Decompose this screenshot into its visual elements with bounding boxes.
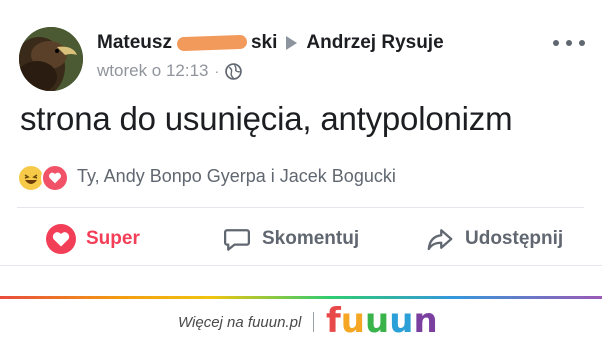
watermark-footer: Więcej na fuuun.pl f u u u n <box>0 299 602 343</box>
reaction-names: Ty, Andy Bonpo Gyerpa i Jacek Bogucki <box>77 165 396 186</box>
share-icon <box>427 229 453 251</box>
comment-button-label: Skomentuj <box>262 228 360 249</box>
dot-icon <box>566 40 572 46</box>
logo-letter: u <box>340 301 366 341</box>
globe-icon[interactable] <box>225 62 242 80</box>
footer-link[interactable]: Więcej na fuuun.pl <box>178 314 301 331</box>
logo-letter: u <box>365 301 390 341</box>
divider <box>17 207 584 208</box>
meta-separator: · <box>214 63 220 79</box>
eagle-avatar-image <box>19 27 83 91</box>
love-reaction-icon <box>41 164 69 192</box>
logo-letter: n <box>413 301 438 341</box>
profile-avatar[interactable] <box>19 27 83 91</box>
triangle-right-icon <box>286 36 298 50</box>
fuuun-logo[interactable]: f u u u n <box>326 303 438 339</box>
more-options-button[interactable] <box>553 33 585 53</box>
redacted-surname-mark <box>176 32 250 54</box>
comment-icon <box>224 229 250 251</box>
footer-separator <box>313 312 314 332</box>
author-name[interactable]: Mateusz ski <box>97 32 277 54</box>
love-button[interactable]: Super <box>46 213 140 265</box>
post-header: Mateusz ski Andrzej Rysuje <box>97 31 444 55</box>
post-text: strona do usunięcia, antypolonizm <box>20 100 513 137</box>
love-button-label: Super <box>86 228 140 249</box>
post-card: Mateusz ski Andrzej Rysuje wtorek o 12:1… <box>0 0 602 290</box>
action-bar: Super Skomentuj Udostępnij <box>0 213 602 265</box>
post-meta: wtorek o 12:13 · <box>97 61 242 81</box>
reactions-summary[interactable]: Ty, Andy Bonpo Gyerpa i Jacek Bogucki <box>17 162 396 192</box>
comment-button[interactable]: Skomentuj <box>222 213 359 265</box>
reaction-icons <box>17 162 73 192</box>
dot-icon <box>553 40 559 46</box>
divider <box>0 265 602 266</box>
share-button[interactable]: Udostępnij <box>425 213 563 265</box>
logo-letter: f <box>326 301 341 341</box>
post-timestamp[interactable]: wtorek o 12:13 <box>97 61 209 81</box>
author-first-name: Mateusz <box>97 32 172 53</box>
share-button-label: Udostępnij <box>465 228 564 249</box>
dot-icon <box>579 40 585 46</box>
author-last-name-visible: ski <box>250 32 278 53</box>
love-reaction-icon <box>46 224 76 254</box>
target-page-link[interactable]: Andrzej Rysuje <box>306 32 443 54</box>
logo-letter: u <box>389 301 414 341</box>
